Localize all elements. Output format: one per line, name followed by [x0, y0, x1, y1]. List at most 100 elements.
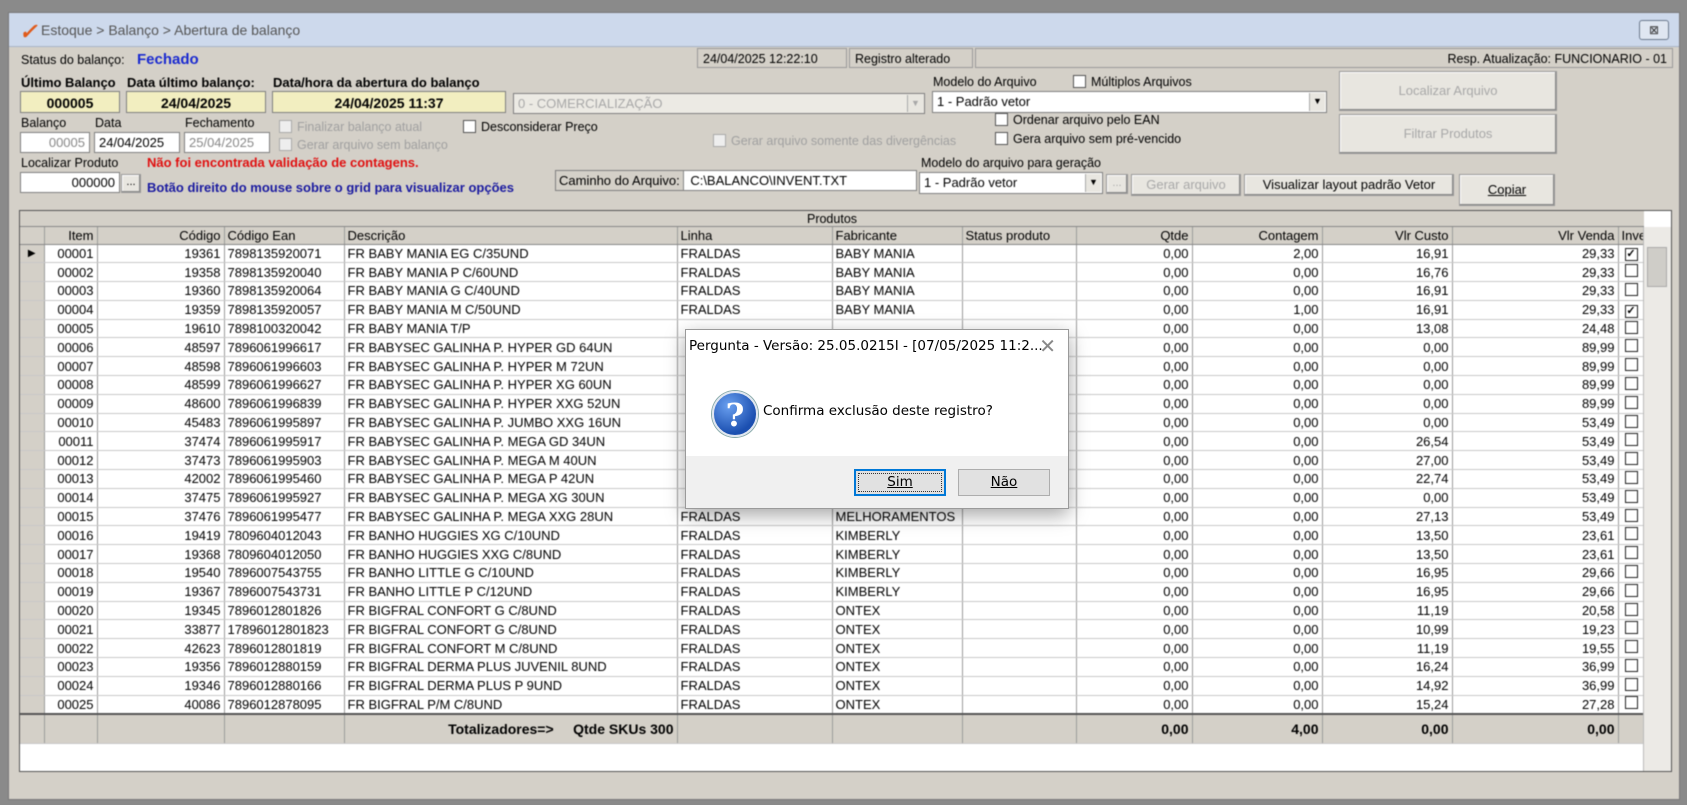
grid-header-8[interactable]: Qtde [1076, 227, 1193, 245]
grid-header-10[interactable]: Vlr Custo [1322, 227, 1453, 245]
modelo-arquivo-select[interactable]: 1 - Padrão vetor ▼ [932, 91, 1327, 113]
table-row[interactable]: 00016 19419 7809604012043 FR BANHO HUGGIES … [20, 525, 1645, 546]
inventario-checkbox[interactable] [1618, 676, 1645, 696]
grid-vertical-scrollbar[interactable] [1643, 227, 1671, 771]
finalizar-balanco-checkbox[interactable]: Finalizar balanço atual [279, 120, 422, 134]
dialog-close-icon[interactable]: ✕ [1039, 334, 1056, 358]
table-row[interactable]: 00004 19359 7898135920057 FR BABY MANIA M C… [20, 300, 1645, 320]
sem-pre-vencido-checkbox[interactable]: Gera arquivo sem pré-vencido [995, 132, 1181, 146]
localizar-produto-button[interactable]: ... [121, 174, 141, 193]
comercializacao-select[interactable]: 0 - COMERCIALIZAÇÃO ▼ [513, 93, 925, 114]
cell-2: 19345 [97, 601, 225, 621]
inventario-checkbox[interactable] [1618, 525, 1645, 546]
grid-header-4[interactable]: Descrição [344, 227, 678, 245]
grid-header-5[interactable]: Linha [677, 227, 833, 245]
cell-7 [962, 244, 1077, 264]
inventario-checkbox[interactable] [1618, 563, 1645, 583]
cell-9: 0,00 [1192, 450, 1323, 471]
row-indicator [20, 657, 45, 677]
inventario-checkbox[interactable] [1618, 413, 1645, 433]
inventario-checkbox[interactable] [1618, 469, 1645, 489]
cell-11: 27,28 [1452, 695, 1619, 715]
cell-3: 7898135920040 [224, 262, 345, 283]
inventario-checkbox[interactable] [1618, 619, 1645, 640]
cell-9: 0,00 [1192, 413, 1323, 433]
inventario-checkbox[interactable] [1618, 507, 1645, 527]
gerar-arquivo-button[interactable]: Gerar arquivo [1131, 174, 1241, 196]
table-row[interactable]: 00023 19356 7896012880159 FR BIGFRAL DERMA … [20, 657, 1645, 677]
visualizar-layout-button[interactable]: Visualizar layout padrão Vetor [1244, 174, 1454, 196]
grid-header-12[interactable]: Inve [1618, 227, 1645, 245]
inventario-checkbox[interactable] [1618, 394, 1645, 414]
inventario-checkbox[interactable] [1618, 375, 1645, 395]
inventario-checkbox[interactable] [1618, 450, 1645, 471]
close-window-button[interactable]: ⊠ [1639, 20, 1669, 40]
cell-4: FR BABYSEC GALINHA P. MEGA GD 34UN [344, 431, 678, 452]
cell-1: 00019 [44, 582, 98, 602]
grid-header-11[interactable]: Vlr Venda [1452, 227, 1619, 245]
multiplos-arquivos-checkbox[interactable]: Múltiplos Arquivos [1073, 75, 1192, 89]
grid-header-7[interactable]: Status produto [962, 227, 1077, 245]
cell-9: 0,00 [1192, 431, 1323, 452]
table-row[interactable]: 00018 19540 7896007543755 FR BANHO LITTLE G… [20, 563, 1645, 583]
cell-11: 53,49 [1452, 469, 1619, 489]
inventario-checkbox[interactable] [1618, 319, 1645, 339]
desconsiderar-preco-checkbox[interactable]: Desconsiderar Preço [463, 120, 598, 134]
checkbox-icon [1624, 564, 1638, 578]
table-row[interactable]: 00003 19360 7898135920064 FR BABY MANIA G C… [20, 281, 1645, 301]
scrollbar-thumb[interactable] [1647, 247, 1667, 287]
inventario-checkbox[interactable] [1618, 638, 1645, 659]
inventario-checkbox[interactable]: ✓ [1618, 244, 1645, 264]
balanco-field[interactable]: 00005 [20, 132, 90, 153]
table-row[interactable]: 00017 19368 7809604012050 FR BANHO HUGGIES … [20, 544, 1645, 565]
gerar-sem-balanco-checkbox[interactable]: Gerar arquivo sem balanço [279, 138, 448, 152]
localizar-produto-input[interactable]: 000000 [20, 172, 120, 193]
grid-header-1[interactable]: Item [44, 227, 98, 245]
inventario-checkbox[interactable] [1618, 657, 1645, 677]
table-row[interactable]: 00020 19345 7896012801826 FR BIGFRAL CONFOR… [20, 601, 1645, 621]
grid-header-9[interactable]: Contagem [1192, 227, 1323, 245]
fechamento-field[interactable]: 25/04/2025 [184, 132, 270, 153]
data-field[interactable]: 24/04/2025 [94, 132, 180, 153]
no-button[interactable]: Não [958, 469, 1050, 496]
yes-button[interactable]: Sim [854, 469, 946, 496]
inventario-checkbox[interactable]: ✓ [1618, 300, 1645, 320]
inventario-checkbox[interactable] [1618, 695, 1645, 715]
cell-4: FR BABY MANIA M C/50UND [344, 300, 678, 320]
checkbox-icon [1624, 264, 1638, 278]
inventario-checkbox[interactable] [1618, 601, 1645, 621]
caminho-arquivo-field[interactable]: Caminho do Arquivo: C:\BALANCO\INVENT.TX… [555, 170, 917, 191]
grid-header-3[interactable]: Código Ean [224, 227, 345, 245]
cell-6: KIMBERLY [832, 563, 963, 583]
copiar-button[interactable]: Copiar [1459, 174, 1555, 206]
cell-10: 16,91 [1322, 281, 1453, 301]
table-row[interactable]: ▶ 00001 19361 7898135920071 FR BABY MANIA EG… [20, 244, 1645, 264]
table-row[interactable]: 00019 19367 7896007543731 FR BANHO LITTLE P… [20, 582, 1645, 602]
table-row[interactable]: 00024 19346 7896012880166 FR BIGFRAL DERMA … [20, 676, 1645, 696]
table-row[interactable]: 00025 40086 7896012878095 FR BIGFRAL P/M C/… [20, 695, 1645, 715]
filtrar-produtos-button[interactable]: Filtrar Produtos [1339, 114, 1557, 154]
table-row[interactable]: 00002 19358 7898135920040 FR BABY MANIA P C… [20, 262, 1645, 283]
gerar-divergencias-checkbox[interactable]: Gerar arquivo somente das divergências [713, 134, 956, 148]
localizar-arquivo-button[interactable]: Localizar Arquivo [1339, 71, 1557, 111]
modelo-geracao-ellipsis-button[interactable]: ... [1106, 174, 1128, 194]
grid-header-2[interactable]: Código [97, 227, 225, 245]
cell-4: FR BABYSEC GALINHA P. JUMBO XXG 16UN [344, 413, 678, 433]
grid-header-6[interactable]: Fabricante [832, 227, 963, 245]
inventario-checkbox[interactable] [1618, 262, 1645, 283]
ordenar-ean-checkbox[interactable]: Ordenar arquivo pelo EAN [995, 113, 1160, 127]
cell-1: 00018 [44, 563, 98, 583]
inventario-checkbox[interactable] [1618, 544, 1645, 565]
cell-5: FRALDAS [677, 300, 833, 320]
grid-header-0[interactable] [20, 227, 45, 245]
inventario-checkbox[interactable] [1618, 582, 1645, 602]
inventario-checkbox[interactable] [1618, 337, 1645, 358]
table-row[interactable]: 00021 33877 17896012801823 FR BIGFRAL CONFO… [20, 619, 1645, 640]
modelo-geracao-select[interactable]: 1 - Padrão vetor ▼ [919, 172, 1103, 194]
inventario-checkbox[interactable] [1618, 488, 1645, 508]
inventario-checkbox[interactable] [1618, 356, 1645, 377]
table-row[interactable]: 00015 37476 7896061995477 FR BABYSEC GALINH… [20, 507, 1645, 527]
table-row[interactable]: 00022 42623 7896012801819 FR BIGFRAL CONFOR… [20, 638, 1645, 659]
inventario-checkbox[interactable] [1618, 281, 1645, 301]
inventario-checkbox[interactable] [1618, 431, 1645, 452]
